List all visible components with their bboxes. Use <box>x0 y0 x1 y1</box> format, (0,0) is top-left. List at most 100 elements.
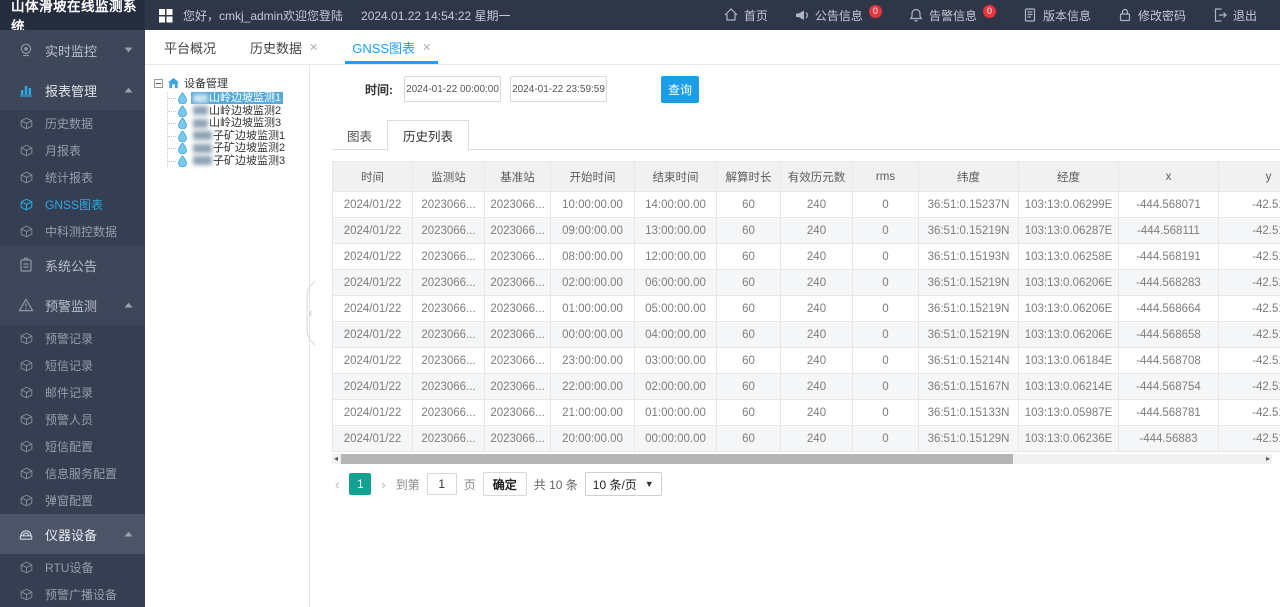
nav-item-label: 版本信息 <box>1043 7 1091 24</box>
menu-history-data[interactable]: 历史数据 <box>0 110 145 137</box>
end-time-input[interactable] <box>510 76 607 102</box>
menu-realtime-monitor[interactable]: 实时监控 <box>0 30 145 70</box>
scroll-right-icon[interactable]: ▸ <box>1264 454 1272 464</box>
tab-close-icon[interactable]: ✕ <box>422 41 431 54</box>
menu-warning-monitor[interactable]: 预警监测 <box>0 285 145 325</box>
page-1-button[interactable]: 1 <box>349 473 371 495</box>
menu-item-label: RTU设备 <box>45 559 93 576</box>
menu-item-label: 系统公告 <box>45 256 133 275</box>
table-row[interactable]: 2024/01/222023066...2023066...23:00:00.0… <box>333 348 1280 374</box>
table-row[interactable]: 2024/01/222023066...2023066...21:00:00.0… <box>333 400 1280 426</box>
nav-logout[interactable]: 退出 <box>1199 0 1270 30</box>
apps-grid-icon[interactable] <box>158 8 173 23</box>
next-page-icon[interactable]: › <box>378 477 388 492</box>
scroll-left-icon[interactable]: ◂ <box>332 454 340 464</box>
table-cell: -444.568708 <box>1119 348 1219 374</box>
menu-sms-config[interactable]: 短信配置 <box>0 433 145 460</box>
camera-icon <box>17 42 34 58</box>
table-row[interactable]: 2024/01/222023066...2023066...00:00:00.0… <box>333 322 1280 348</box>
droplet-icon <box>177 117 188 129</box>
menu-email-records[interactable]: 邮件记录 <box>0 379 145 406</box>
tab-chart[interactable]: 图表 <box>332 120 387 150</box>
table-cell: 08:00:00.00 <box>551 244 635 270</box>
menu-item-label: 预警人员 <box>45 411 93 428</box>
tab-gnss-chart[interactable]: GNSS图表✕ <box>335 30 448 64</box>
menu-rtu-devices[interactable]: RTU设备 <box>0 554 145 581</box>
menu-gnss-chart[interactable]: GNSS图表 <box>0 191 145 218</box>
table-cell: 2023066... <box>485 400 551 426</box>
start-time-input[interactable] <box>404 76 501 102</box>
table-cell: 2023066... <box>413 296 485 322</box>
tab-history-list[interactable]: 历史列表 <box>387 120 469 150</box>
droplet-icon <box>177 130 188 142</box>
menu-system-notice[interactable]: 系统公告 <box>0 245 145 285</box>
column-header: y <box>1219 162 1280 192</box>
tree-item-station-1[interactable]: 山岭边坡监测1 <box>168 92 309 105</box>
table-cell: 103:13:0.06206E <box>1019 322 1119 348</box>
tree-item-station-5[interactable]: 子矿边坡监测2 <box>168 142 309 155</box>
menu-warning-personnel[interactable]: 预警人员 <box>0 406 145 433</box>
app-title: 山体滑坡在线监测系统 <box>0 0 145 30</box>
table-cell: 00:00:00.00 <box>635 426 717 452</box>
menu-item-label: 短信记录 <box>45 357 93 374</box>
tree-items: 山岭边坡监测1山岭边坡监测2山岭边坡监测3子矿边坡监测1子矿边坡监测2子矿边坡监… <box>167 92 309 167</box>
table-cell: 60 <box>717 244 781 270</box>
nav-home[interactable]: 首页 <box>710 0 781 30</box>
goto-page-input[interactable] <box>427 473 457 495</box>
table-cell: 2024/01/22 <box>333 426 413 452</box>
table-row[interactable]: 2024/01/222023066...2023066...02:00:00.0… <box>333 270 1280 296</box>
menu-monthly-report[interactable]: 月报表 <box>0 137 145 164</box>
cube-icon <box>19 386 33 399</box>
menu-instrument-devices[interactable]: 仪器设备 <box>0 514 145 554</box>
menu-warning-broadcast-devices[interactable]: 预警广播设备 <box>0 581 145 607</box>
table-cell: -42.51 <box>1219 426 1280 452</box>
table-row[interactable]: 2024/01/222023066...2023066...20:00:00.0… <box>333 426 1280 452</box>
query-button[interactable]: 查询 <box>661 76 699 103</box>
table-row[interactable]: 2024/01/222023066...2023066...01:00:00.0… <box>333 296 1280 322</box>
tree-root-device-management[interactable]: 设备管理 <box>154 75 309 91</box>
tree-item-station-2[interactable]: 山岭边坡监测2 <box>168 105 309 118</box>
nav-change-password[interactable]: 修改密码 <box>1104 0 1199 30</box>
chevron-up <box>124 302 133 308</box>
redacted-text <box>193 119 208 128</box>
tree-item-station-6[interactable]: 子矿边坡监测3 <box>168 155 309 168</box>
tab-platform-overview[interactable]: 平台概况 <box>147 30 233 64</box>
tree-item-station-3[interactable]: 山岭边坡监测3 <box>168 117 309 130</box>
redacted-text <box>193 94 208 103</box>
table-cell: 0 <box>853 218 919 244</box>
tree-item-station-4[interactable]: 子矿边坡监测1 <box>168 130 309 143</box>
menu-sms-records[interactable]: 短信记录 <box>0 352 145 379</box>
table-cell: 103:13:0.06258E <box>1019 244 1119 270</box>
table-cell: 0 <box>853 270 919 296</box>
menu-report-management[interactable]: 报表管理 <box>0 70 145 110</box>
device-tree-panel: 设备管理 山岭边坡监测1山岭边坡监测2山岭边坡监测3子矿边坡监测1子矿边坡监测2… <box>145 65 310 607</box>
table-cell: 00:00:00.00 <box>551 322 635 348</box>
menu-warning-records[interactable]: 预警记录 <box>0 325 145 352</box>
menu-info-service-config[interactable]: 信息服务配置 <box>0 460 145 487</box>
nav-version[interactable]: 版本信息 <box>1009 0 1104 30</box>
nav-alerts[interactable]: 告警信息0 <box>895 0 1009 30</box>
menu-zhongke-data[interactable]: 中科测控数据 <box>0 218 145 245</box>
table-row[interactable]: 2024/01/222023066...2023066...10:00:00.0… <box>333 192 1280 218</box>
tab-close-icon[interactable]: ✕ <box>309 41 318 54</box>
tab-history-data[interactable]: 历史数据✕ <box>233 30 335 64</box>
scrollbar-track[interactable] <box>340 454 1264 464</box>
table-row[interactable]: 2024/01/222023066...2023066...22:00:00.0… <box>333 374 1280 400</box>
confirm-page-button[interactable]: 确定 <box>483 472 527 496</box>
table-row[interactable]: 2024/01/222023066...2023066...08:00:00.0… <box>333 244 1280 270</box>
horizontal-scrollbar[interactable]: ◂ ▸ <box>332 454 1272 464</box>
table-cell: -42.51 <box>1219 374 1280 400</box>
history-table: 时间监测站基准站开始时间结束时间解算时长有效历元数rms纬度经度xy 2024/… <box>332 161 1280 452</box>
table-cell: -444.568664 <box>1119 296 1219 322</box>
menu-statistics-report[interactable]: 统计报表 <box>0 164 145 191</box>
menu-item-label: 月报表 <box>45 142 81 159</box>
scrollbar-thumb[interactable] <box>341 454 1013 464</box>
table-row[interactable]: 2024/01/222023066...2023066...09:00:00.0… <box>333 218 1280 244</box>
table-cell: 2023066... <box>413 348 485 374</box>
page-size-select[interactable]: 10 条/页 ▼ <box>585 472 662 496</box>
nav-announcements[interactable]: 公告信息0 <box>781 0 895 30</box>
prev-page-icon[interactable]: ‹ <box>332 477 342 492</box>
menu-popup-config[interactable]: 弹窗配置 <box>0 487 145 514</box>
logout-icon <box>1212 7 1228 23</box>
table-cell: 2023066... <box>413 192 485 218</box>
